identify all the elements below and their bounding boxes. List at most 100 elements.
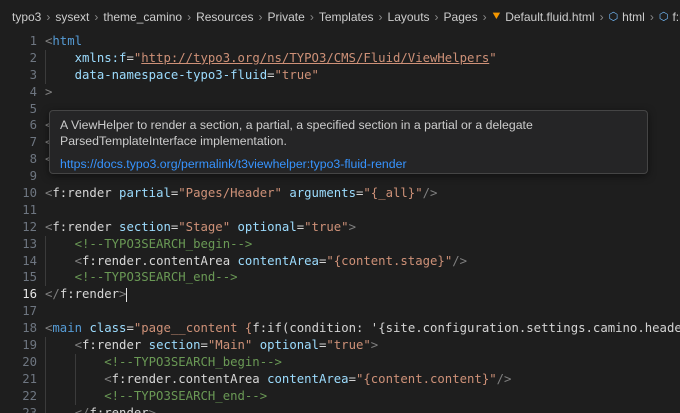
chevron-right-icon: ›: [434, 9, 439, 24]
token-bracket: <: [104, 371, 112, 386]
breadcrumb-item[interactable]: Templates: [319, 10, 374, 24]
token-attr: data-namespace-typo3-fluid: [74, 67, 268, 82]
code-text: </f:render>: [45, 286, 128, 303]
code-line[interactable]: 12 <f:render section="Stage" optional="tr…: [0, 219, 680, 236]
token-attr: xmlns:f: [74, 50, 127, 65]
token-eq: =: [200, 338, 208, 353]
code-line[interactable]: 4 >: [0, 84, 680, 101]
token-str: "true": [304, 219, 349, 234]
token-bracket: />: [496, 371, 512, 386]
code-line[interactable]: 23 </f:render>: [0, 404, 680, 413]
line-number: 3: [29, 67, 37, 82]
token-ftag: f:render: [82, 338, 142, 353]
typo3-file-icon: ⯆: [491, 9, 502, 23]
breadcrumb-symbol-render[interactable]: ⬡f:render: [659, 10, 680, 24]
line-number: 18: [22, 321, 37, 336]
breadcrumb-file[interactable]: ⯆ Default.fluid.html: [492, 9, 595, 24]
token-comment: <!--TYPO3SEARCH_begin-->: [74, 236, 253, 251]
code-line[interactable]: 14 <f:render.contentArea contentArea="{c…: [0, 252, 680, 270]
token-bracket: <: [74, 338, 83, 353]
token-ftag: f:render: [89, 405, 149, 413]
code-line[interactable]: 11: [0, 202, 680, 219]
token-url: http://typo3.org/ns/TYPO3/CMS/Fluid/View…: [141, 50, 490, 65]
code-text: <!--TYPO3SEARCH_begin-->: [45, 354, 282, 371]
token-bracket: >: [119, 287, 127, 302]
line-number: 19: [22, 338, 37, 353]
token-bracket: >: [148, 405, 157, 413]
code-line[interactable]: 13 <!--TYPO3SEARCH_begin-->: [0, 235, 680, 253]
line-number: 5: [29, 101, 37, 116]
breadcrumb-item[interactable]: theme_camino: [103, 10, 182, 24]
token-str: "Stage": [178, 219, 231, 234]
chevron-right-icon: ›: [378, 9, 383, 24]
code-line[interactable]: 20 <!--TYPO3SEARCH_begin-->: [0, 353, 680, 371]
code-line[interactable]: 21 <f:render.contentArea contentArea="{c…: [0, 370, 680, 388]
hover-doc-link[interactable]: https://docs.typo3.org/permalink/t3viewh…: [60, 156, 637, 172]
token-ftag: f:render: [52, 186, 112, 201]
code-line[interactable]: 2 xmlns:f= "http://typo3.org/ns/TYPO3/CMS…: [0, 49, 680, 67]
line-number: 13: [22, 236, 37, 251]
token-str: ": [489, 50, 497, 65]
token-attr: optional: [259, 338, 319, 353]
token-str: "true": [326, 338, 371, 353]
chevron-right-icon: ›: [649, 9, 654, 24]
token-str: "{content.stage}": [326, 253, 453, 268]
token-bracket: >: [370, 338, 379, 353]
breadcrumb-symbol-html[interactable]: ⬡ html: [609, 10, 645, 24]
line-number: 17: [22, 304, 37, 319]
code-line[interactable]: 15 <!--TYPO3SEARCH_end-->: [0, 269, 680, 287]
line-number: 4: [29, 84, 37, 99]
line-number: 21: [22, 371, 37, 386]
breadcrumb-item[interactable]: sysext: [55, 10, 89, 24]
chevron-right-icon: ›: [94, 9, 99, 24]
code-text: xmlns:f= "http://typo3.org/ns/TYPO3/CMS/F…: [45, 50, 497, 67]
code-line[interactable]: 16 </f:render>: [0, 286, 680, 303]
line-number: 6: [29, 118, 37, 133]
breadcrumb-item[interactable]: Resources: [196, 10, 253, 24]
code-text: <!--TYPO3SEARCH_begin-->: [45, 236, 253, 253]
token-eq: =: [126, 321, 134, 336]
line-number: 23: [22, 405, 37, 413]
line-number: 2: [29, 50, 37, 65]
token-tag: main: [52, 321, 83, 336]
code-line[interactable]: 17: [0, 303, 680, 320]
code-line[interactable]: 10 <f:render partial="Pages/Header" argum…: [0, 185, 680, 202]
token-eq: =: [267, 67, 275, 82]
code-line[interactable]: 18 <main class="page__content {f:if(condi…: [0, 320, 680, 337]
token-attr: arguments: [289, 186, 356, 201]
line-number: 11: [22, 202, 37, 217]
text-cursor: [126, 287, 128, 302]
breadcrumb-item[interactable]: typo3: [12, 10, 41, 24]
code-line[interactable]: 19 <f:render section="Main" optional="tr…: [0, 337, 680, 354]
token-bracket: >: [45, 84, 53, 99]
line-number: 20: [22, 354, 37, 369]
symbol-element-icon: ⬡: [608, 11, 619, 23]
token-str: "Pages/Header": [178, 186, 282, 201]
breadcrumb-item[interactable]: Pages: [444, 10, 478, 24]
token-ftag: f:render: [59, 287, 120, 302]
breadcrumb-item[interactable]: Layouts: [388, 10, 430, 24]
token-ftag: f:render.contentArea: [111, 371, 260, 386]
chevron-right-icon: ›: [599, 9, 604, 24]
code-line[interactable]: 3 data-namespace-typo3-fluid="true": [0, 66, 680, 84]
token-str: "Main": [207, 338, 253, 353]
line-number: 9: [29, 169, 37, 184]
token-attr: section: [148, 338, 201, 353]
code-line[interactable]: 1 <html: [0, 33, 680, 50]
line-number: 8: [29, 152, 37, 167]
token-attr: optional: [237, 219, 297, 234]
breadcrumb-item[interactable]: Private: [267, 10, 304, 24]
line-number: 16: [22, 287, 37, 302]
token-attr: partial: [119, 186, 171, 201]
line-number: 10: [22, 186, 37, 201]
token-eq: =: [126, 50, 134, 65]
code-text: <f:render partial="Pages/Header" argumen…: [45, 185, 437, 202]
code-line[interactable]: 22 <!--TYPO3SEARCH_end-->: [0, 387, 680, 405]
code-editor[interactable]: 1 <html 2 xmlns:f="http://typo3.org/ns/TYP…: [0, 33, 680, 413]
